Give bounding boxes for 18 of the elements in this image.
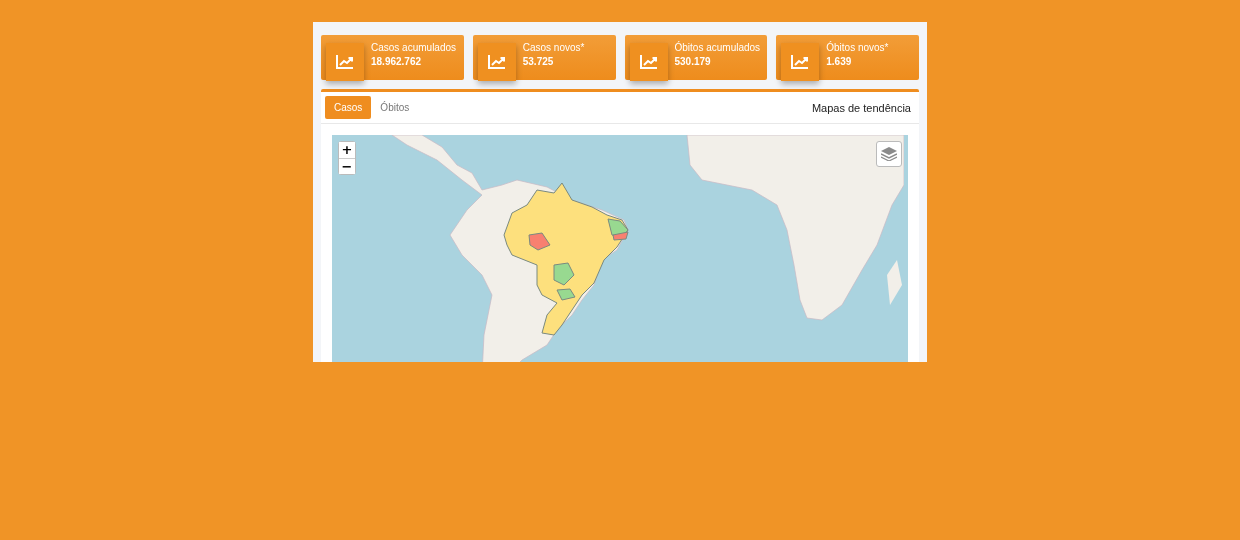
stat-label: Casos acumulados [371,42,457,53]
stat-value: 1.639 [826,56,853,67]
stat-value: 530.179 [674,56,712,67]
trend-chart-icon [336,54,354,69]
stat-label: Óbitos novos* [826,42,889,53]
stat-value: 18.962.762 [371,56,423,67]
trend-chart-icon [487,54,506,69]
map[interactable]: + − [332,135,908,362]
trend-chart-icon [791,54,810,69]
layers-button[interactable] [876,141,902,167]
stat-label: Óbitos acumulados [674,42,761,53]
stat-label: Casos novos* [522,42,585,53]
trend-chart-icon [639,54,658,69]
stat-value: 53.725 [522,56,555,67]
tab[interactable]: Óbitos [371,96,419,119]
zoom-out-button[interactable]: − [339,158,355,174]
layers-icon [881,147,897,161]
panel-title: Mapas de tendência [811,101,911,114]
